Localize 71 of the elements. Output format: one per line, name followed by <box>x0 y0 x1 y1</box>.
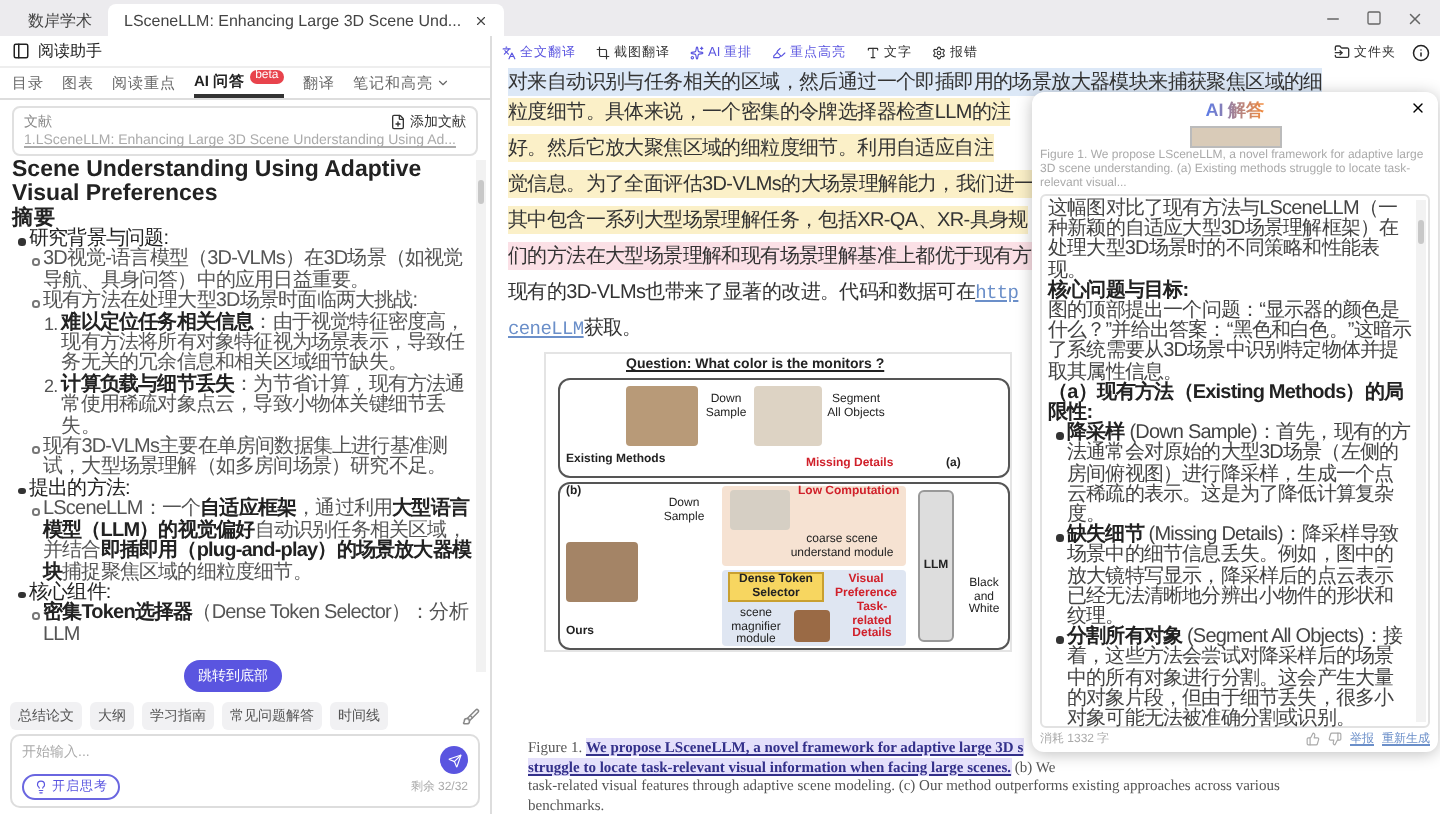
scrollbar[interactable] <box>1416 200 1426 722</box>
photo-placeholder <box>566 542 638 602</box>
document-text: 们的方法在大型场景理解和现有场景理解基准上都优于现有方 <box>508 242 1032 270</box>
close-icon <box>1410 100 1426 116</box>
scrollbar[interactable] <box>476 160 486 672</box>
close-button[interactable] <box>1410 100 1426 116</box>
window-tab[interactable]: 数岸学术 <box>12 4 108 36</box>
send-button[interactable] <box>440 746 468 774</box>
tool-icon <box>931 45 946 59</box>
folder-icon <box>1334 44 1350 60</box>
summary-text: 提出的方法: <box>29 479 130 500</box>
answer-text: 核心问题与目标: <box>1048 281 1189 302</box>
document-text: 获取。 <box>583 315 642 342</box>
panel-title: 阅读助手 <box>38 40 102 62</box>
answer-text: 图的顶部提出一个问题：“显示器的颜色是什么？”并给出答案：“黑色和白色。”这暗示了系统需要从3D场景中识别特定物体并提取其属性信息。 <box>1048 302 1412 384</box>
maximize-icon[interactable] <box>1366 9 1382 25</box>
tool-icon <box>865 45 880 59</box>
document-text: 粒度细节。具体来说，一个密集的令牌选择器检查LLM的注 <box>508 98 1011 126</box>
summary-text: 现有方法在处理大型3D场景时面临两大挑战: <box>43 292 418 313</box>
lightbulb-icon <box>34 780 48 794</box>
list-number: 2. <box>44 375 58 400</box>
summary-text: 3D视觉-语言模型（3D-VLMs）在3D场景（如视觉导航、具身问答）中的应用日益重要。 <box>43 250 465 292</box>
summary-heading: 摘要 <box>12 206 56 230</box>
document-text: 其中包含一系列大型场景理解任务，包括XR-QA、XR-具身规 <box>508 206 1028 234</box>
document-text: 现有的3D-VLMs也带来了显著的改进。代码和数据可在 <box>508 279 976 306</box>
document-text: 对来自动识别与任务相关的区域，然后通过一个即插即用的场景放大器模块来捕获聚焦区域的细 <box>508 67 1323 95</box>
photo-placeholder <box>626 386 698 446</box>
document-link[interactable]: http <box>975 281 1019 303</box>
info-icon[interactable] <box>1412 43 1430 61</box>
popup-title: AI 解答 <box>1205 98 1265 124</box>
document-text: 好。然后它放大聚焦区域的细粒度细节。利用自适应自注 <box>508 134 994 162</box>
answer-text: 这幅图对比了现有方法与LSceneLLM（一种新颖的自适应大型3D场景理解框架）在处理大型3D场景时的不同策略和性能表现。 <box>1048 200 1401 282</box>
tool-icon <box>771 45 786 59</box>
photo-placeholder <box>730 490 790 530</box>
bullet-icon <box>18 487 25 495</box>
summary-text: 难以定位任务相关信息：由于视觉特征密度高，现有方法将所有对象特征视为场景表示，导致任务无关的冗余信息和相关区域细节缺失。 <box>61 313 467 375</box>
thumbs-down-icon[interactable] <box>1328 732 1342 746</box>
bullet-icon <box>1056 534 1063 542</box>
tool-icon <box>502 45 516 59</box>
bullet-icon <box>32 446 39 454</box>
figure-thumbnail <box>1189 126 1281 148</box>
window-tab[interactable]: LSceneLLM: Enhancing Large 3D Scene Und... <box>108 4 504 36</box>
bullet-icon <box>32 612 39 620</box>
magnifier-photo <box>794 610 830 642</box>
summary-text: 计算负载与细节丢失：为节省计算，现有方法通常使用稀疏对象点云，导致小物体关键细节丢失。 <box>61 375 467 438</box>
tool-icon <box>596 45 610 59</box>
close-icon[interactable] <box>473 13 488 27</box>
summary-text: 现有3D-VLMs主要在单房间数据集上进行基准测试，大型场景理解（如多房间场景）研究不足。 <box>43 438 450 479</box>
summary-text: 核心组件: <box>29 583 111 604</box>
document-link[interactable]: ceneLLM <box>508 317 584 339</box>
photo-placeholder <box>754 386 822 446</box>
tool-icon <box>690 45 704 59</box>
send-icon <box>447 753 461 767</box>
file-plus-icon <box>390 114 406 130</box>
answer-text: 分割所有对象 (Segment All Objects)：接着，这些方法会尝试对降采样后的场景中的所有对象进行分割。这会产生大量的对象片段，但由于细节丢失，很多小对象可能无法被准确分割或识别。 <box>1067 628 1405 731</box>
paper-title: Scene Understanding Using Adaptive Visual Preferences <box>12 160 424 206</box>
bullet-icon <box>1056 432 1063 440</box>
summary-text: 密集Token选择器（Dense Token Selector）：分析LLM <box>43 604 471 647</box>
thumbs-up-icon[interactable] <box>1306 732 1320 746</box>
bullet-icon <box>18 591 25 599</box>
summary-text: 研究背景与问题: <box>29 230 169 250</box>
bullet-icon <box>1056 636 1063 644</box>
close-icon[interactable] <box>1406 9 1424 27</box>
panel-icon[interactable] <box>12 42 30 60</box>
list-number: 1. <box>44 313 58 338</box>
bullet-icon <box>32 300 39 308</box>
bullet-icon <box>32 258 39 266</box>
document-text: 觉信息。为了全面评估3D-VLMs的大场景理解能力，我们进一 <box>508 170 1034 198</box>
bullet-icon <box>18 238 25 245</box>
summary-text: LSceneLLM：一个自适应框架，通过利用大型语言模型（LLM）的视觉偏好自动识别任务相关区域，并结合即插即用（plug-and-play）的场景放大器模块捕捉聚焦区域的细粒度细节。 <box>43 500 472 583</box>
bullet-icon <box>32 508 39 516</box>
